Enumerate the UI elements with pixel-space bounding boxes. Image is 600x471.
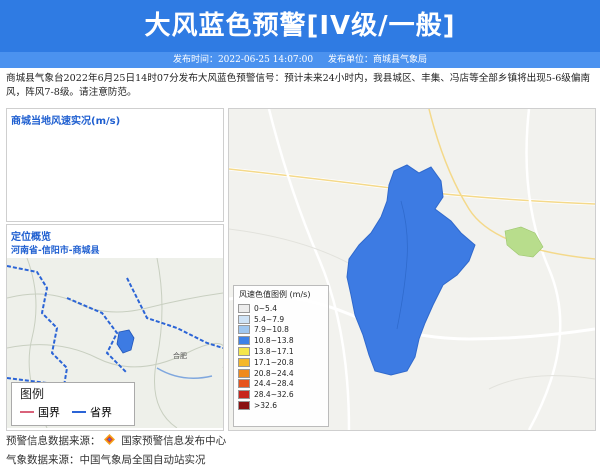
wind-legend-label: 17.1~20.8 [254, 357, 294, 367]
wind-legend-swatch [238, 357, 250, 367]
wind-legend-title: 风速色值图例 (m/s) [239, 290, 311, 299]
wind-legend-label: 24.4~28.4 [254, 379, 294, 389]
location-panel-title: 定位概览 [11, 232, 51, 243]
wind-legend-label: 10.8~13.8 [254, 336, 294, 346]
wind-legend-swatch [238, 347, 250, 357]
warning-banner: 大风蓝色预警[IV级/一般] [0, 0, 600, 52]
wind-legend-row: 13.8~17.1 [234, 346, 328, 357]
wind-legend-row: 10.8~13.8 [234, 335, 328, 346]
wind-legend-row: 5.4~7.9 [234, 314, 328, 325]
wind-legend-row: 20.8~24.4 [234, 368, 328, 379]
warning-title: 大风蓝色预警[IV级/一般] [144, 11, 456, 41]
wind-speed-panel: 商城当地风速实况(m/s) [6, 108, 224, 222]
wind-legend-swatch [238, 303, 250, 313]
wind-legend-swatch [238, 368, 250, 378]
national-border-swatch [20, 411, 34, 413]
location-panel: 定位概览 河南省-信阳市-商城县 合肥 图例 国界 省界 [6, 224, 224, 431]
wind-legend-swatch [238, 314, 250, 324]
wind-legend-row: 7.9~10.8 [234, 325, 328, 336]
wind-legend-row: 0~5.4 [234, 303, 328, 314]
wind-legend-label: >32.6 [254, 401, 277, 411]
wind-legend-label: 5.4~7.9 [254, 314, 285, 324]
wind-legend-swatch [238, 401, 250, 411]
wind-speed-panel-title: 商城当地风速实况(m/s) [11, 116, 121, 127]
overview-legend-title: 图例 [20, 387, 45, 401]
wind-legend-row: 28.4~32.6 [234, 389, 328, 400]
location-path: 河南省-信阳市-商城县 [11, 246, 100, 256]
wind-legend-swatch [238, 325, 250, 335]
publish-time: 发布时间：2022-06-25 14:07:00 [172, 55, 314, 65]
weather-source-footer: 气象数据来源：中国气象局全国自动站实况 [6, 454, 206, 466]
publisher: 发布单位：商城县气象局 [328, 55, 428, 65]
wind-legend-label: 0~5.4 [254, 303, 277, 313]
wind-legend-swatch [238, 390, 250, 400]
warning-meta: 发布时间：2022-06-25 14:07:00 发布单位：商城县气象局 [0, 52, 600, 68]
overview-legend: 图例 国界 省界 [11, 382, 135, 426]
wind-legend-swatch [238, 379, 250, 389]
warning-source-logo-icon [103, 434, 115, 445]
warning-description: 商城县气象台2022年6月25日14时07分发布大风蓝色预警信号：预计未来24小… [6, 73, 591, 98]
wind-legend-row: 17.1~20.8 [234, 357, 328, 368]
wind-legend-label: 20.8~24.4 [254, 368, 294, 378]
provincial-border-label: 省界 [90, 406, 112, 419]
wind-legend-row: 24.4~28.4 [234, 379, 328, 390]
wind-legend-label: 28.4~32.6 [254, 390, 294, 400]
wind-legend-swatch [238, 336, 250, 346]
warning-source-name: 国家预警信息发布中心 [121, 435, 227, 447]
wind-legend-row: >32.6 [234, 400, 328, 411]
provincial-border-swatch [72, 411, 86, 413]
hefei-label: 合肥 [173, 351, 187, 360]
warning-source-footer: 预警信息数据来源： 国家预警信息发布中心 [6, 433, 226, 448]
county-map-panel: 风速色值图例 (m/s) 0~5.4 5.4~7.9 7.9~10.8 10.8~13… [228, 108, 596, 431]
national-border-label: 国界 [38, 406, 60, 419]
wind-color-legend: 风速色值图例 (m/s) 0~5.4 5.4~7.9 7.9~10.8 10.8~13… [233, 285, 329, 427]
wind-legend-label: 7.9~10.8 [254, 325, 289, 335]
warning-source-label: 预警信息数据来源： [6, 435, 101, 447]
wind-legend-label: 13.8~17.1 [254, 347, 294, 357]
